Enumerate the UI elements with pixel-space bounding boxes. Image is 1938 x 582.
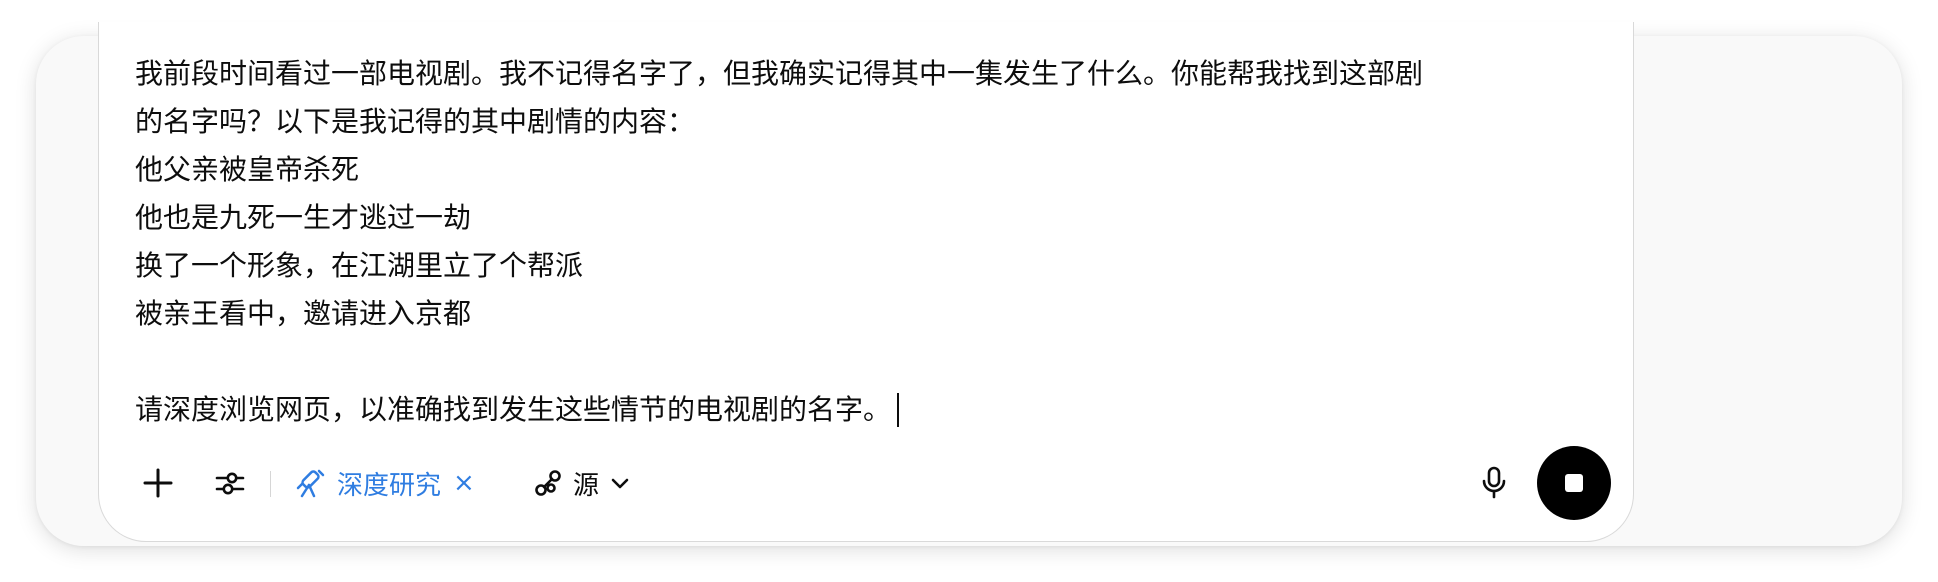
remove-deep-research-button[interactable]: ×	[453, 470, 475, 496]
text-caret	[897, 393, 900, 427]
prompt-textarea[interactable]: 我前段时间看过一部电视剧。我不记得名字了，但我确实记得其中一集发生了什么。你能帮…	[135, 50, 1615, 434]
plus-icon	[143, 468, 173, 498]
chevron-down-icon	[609, 472, 631, 494]
toolbar-divider	[270, 471, 271, 497]
sources-dropdown[interactable]: 源	[533, 461, 631, 505]
sources-label: 源	[573, 470, 600, 501]
stop-generating-button[interactable]	[1537, 446, 1611, 520]
microphone-icon	[1482, 466, 1506, 499]
deep-research-chip[interactable]: 深度研究 ×	[295, 461, 475, 505]
prompt-line-1: 我前段时间看过一部电视剧。我不记得名字了，但我确实记得其中一集发生了什么。你能帮…	[135, 57, 1424, 90]
prompt-line-8: 请深度浏览网页，以准确找到发生这些情节的电视剧的名字。	[135, 386, 1615, 434]
prompt-line-8-text: 请深度浏览网页，以准确找到发生这些情节的电视剧的名字。	[135, 393, 892, 426]
link-icon	[535, 470, 561, 496]
stop-icon	[1565, 474, 1583, 492]
prompt-line-7	[135, 338, 1615, 386]
deep-research-label: 深度研究	[337, 470, 442, 501]
telescope-icon	[296, 469, 325, 498]
tools-button[interactable]	[208, 461, 252, 505]
prompt-line-3: 他父亲被皇帝杀死	[135, 153, 360, 186]
voice-input-button[interactable]	[1470, 459, 1518, 507]
sliders-icon	[215, 472, 245, 495]
prompt-line-5: 换了一个形象，在江湖里立了个帮派	[135, 249, 584, 282]
prompt-line-4: 他也是九死一生才逃过一劫	[135, 201, 472, 234]
prompt-line-2: 的名字吗？以下是我记得的其中剧情的内容：	[135, 105, 696, 138]
add-attachment-button[interactable]	[136, 461, 180, 505]
prompt-line-6: 被亲王看中，邀请进入京都	[135, 297, 472, 330]
composer-toolbar: 深度研究 × 源	[130, 445, 1611, 521]
